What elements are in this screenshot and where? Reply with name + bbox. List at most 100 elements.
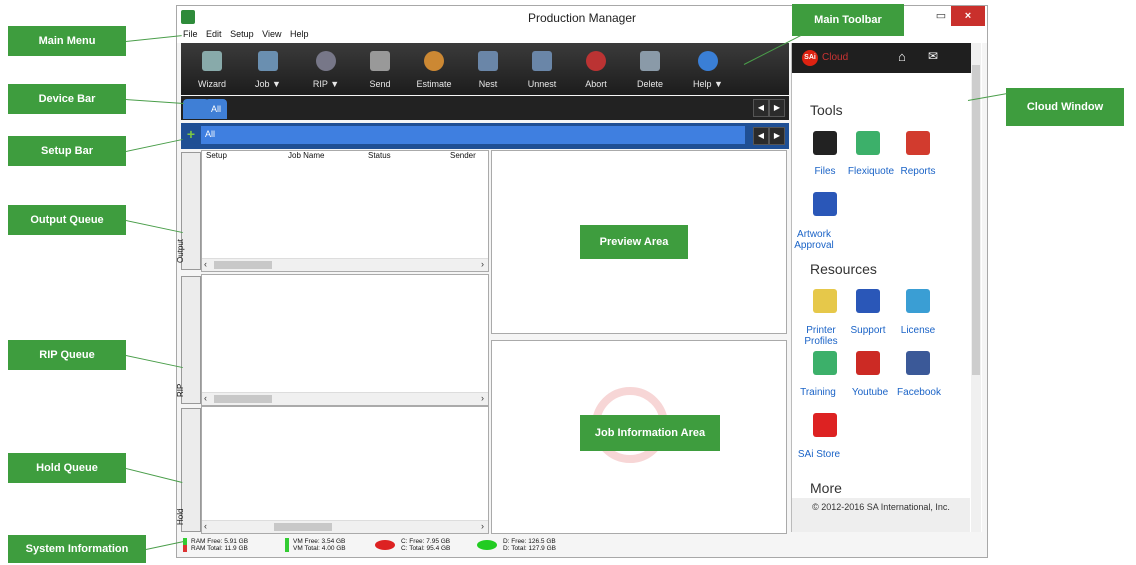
column-job-name[interactable]: Job Name — [288, 151, 324, 160]
files-icon[interactable] — [813, 131, 837, 155]
column-status[interactable]: Status — [368, 151, 391, 160]
license-icon[interactable] — [906, 289, 930, 313]
sai-logo-icon: SAi — [802, 50, 818, 66]
youtube-icon[interactable] — [856, 351, 880, 375]
cloud-header: SAi Cloud ⌂ ✉ — [792, 43, 972, 73]
estimate-label: Estimate — [416, 79, 452, 89]
output-queue-tab[interactable]: Output — [176, 152, 201, 270]
minimize-button[interactable]: ▭ — [931, 6, 951, 26]
send-button[interactable]: Send — [353, 43, 407, 95]
help-label: Help ▼ — [693, 79, 723, 89]
callout-preview-area: Preview Area — [580, 225, 688, 259]
cloud-vscroll[interactable] — [971, 43, 981, 532]
wizard-icon — [202, 51, 222, 71]
output-hscroll-thumb[interactable] — [214, 261, 272, 269]
callout-main-toolbar: Main Toolbar — [792, 4, 904, 36]
device-next-button[interactable]: ▶ — [769, 99, 785, 117]
rip-icon — [316, 51, 336, 71]
device-prev-button[interactable]: ◀ — [753, 99, 769, 117]
menu-file[interactable]: File — [183, 29, 198, 39]
connector-rip-queue — [125, 355, 183, 369]
files-link[interactable]: Files — [800, 166, 850, 177]
cloud-vscroll-thumb[interactable] — [972, 65, 980, 375]
callout-system-information: System Information — [8, 535, 146, 563]
flexiquote-link[interactable]: Flexiquote — [844, 166, 898, 177]
close-button[interactable]: × — [951, 6, 985, 26]
vm-total: VM Total: 4.00 GB — [293, 545, 346, 552]
device-tab-all[interactable]: All — [205, 99, 228, 119]
rip-hscroll[interactable]: ‹ › — [202, 392, 488, 405]
home-icon[interactable]: ⌂ — [898, 49, 906, 64]
d-drive-icon — [477, 540, 497, 550]
column-setup[interactable]: Setup — [206, 151, 227, 160]
delete-button[interactable]: Delete — [623, 43, 677, 95]
sai-store-icon[interactable] — [813, 413, 837, 437]
support-link[interactable]: Support — [844, 325, 892, 336]
menu-help[interactable]: Help — [290, 29, 309, 39]
copyright: © 2012-2016 SA International, Inc. — [792, 498, 970, 532]
device-bar: All ◀ ▶ — [181, 96, 789, 120]
wizard-button[interactable]: Wizard — [185, 43, 239, 95]
artwork-approval-icon[interactable] — [813, 192, 837, 216]
mail-icon[interactable]: ✉ — [928, 49, 938, 63]
main-toolbar: Wizard Job ▼ RIP ▼ Send Estimate Nest Un… — [181, 43, 789, 95]
callout-cloud-window: Cloud Window — [1006, 88, 1124, 126]
tools-title: Tools — [810, 102, 843, 118]
hold-hscroll-thumb[interactable] — [274, 523, 332, 531]
printer-profiles-icon[interactable] — [813, 289, 837, 313]
sai-store-link[interactable]: SAi Store — [794, 449, 844, 460]
delete-icon — [640, 51, 660, 71]
training-link[interactable]: Training — [794, 387, 842, 398]
help-button[interactable]: Help ▼ — [681, 43, 735, 95]
menu-view[interactable]: View — [262, 29, 281, 39]
setup-prev-button[interactable]: ◀ — [753, 127, 769, 145]
rip-queue-tab-label: RIP — [176, 383, 185, 397]
abort-button[interactable]: Abort — [569, 43, 623, 95]
hold-hscroll[interactable]: ‹ › — [202, 520, 488, 533]
menu-edit[interactable]: Edit — [206, 29, 222, 39]
ram-total: RAM Total: 11.9 GB — [191, 545, 248, 552]
setup-tab-all[interactable]: All — [205, 129, 215, 139]
callout-rip-queue: RIP Queue — [8, 340, 126, 370]
rip-queue: ‹ › — [201, 274, 489, 406]
facebook-icon[interactable] — [906, 351, 930, 375]
output-queue: Setup Job Name Status Sender ‹ › — [201, 150, 489, 272]
support-icon[interactable] — [856, 289, 880, 313]
license-link[interactable]: License — [896, 325, 940, 336]
cloud-window: SAi Cloud ⌂ ✉ Tools Files Flexiquote Rep… — [791, 43, 982, 532]
output-queue-tab-label: Output — [176, 238, 185, 263]
add-setup-icon[interactable]: + — [185, 127, 197, 141]
setup-next-button[interactable]: ▶ — [769, 127, 785, 145]
unnest-button[interactable]: Unnest — [515, 43, 569, 95]
job-button[interactable]: Job ▼ — [241, 43, 295, 95]
menu-setup[interactable]: Setup — [230, 29, 254, 39]
job-icon — [258, 51, 278, 71]
flexiquote-icon[interactable] — [856, 131, 880, 155]
unnest-icon — [532, 51, 552, 71]
nest-button[interactable]: Nest — [461, 43, 515, 95]
connector-main-menu — [125, 35, 182, 42]
callout-hold-queue: Hold Queue — [8, 453, 126, 483]
reports-icon[interactable] — [906, 131, 930, 155]
send-label: Send — [369, 79, 391, 89]
reports-link[interactable]: Reports — [896, 166, 940, 177]
callout-output-queue: Output Queue — [8, 205, 126, 235]
rip-hscroll-thumb[interactable] — [214, 395, 272, 403]
training-icon[interactable] — [813, 351, 837, 375]
rip-button[interactable]: RIP ▼ — [299, 43, 353, 95]
delete-label: Delete — [636, 79, 663, 89]
rip-queue-tab[interactable]: RIP — [176, 276, 201, 404]
estimate-button[interactable]: Estimate — [407, 43, 461, 95]
column-sender[interactable]: Sender — [450, 151, 476, 160]
vm-free: VM Free: 3.54 GB — [293, 538, 346, 545]
c-drive-icon — [375, 540, 395, 550]
nest-label: Nest — [478, 79, 498, 89]
artwork-approval-link[interactable]: Artwork Approval — [794, 229, 834, 251]
facebook-link[interactable]: Facebook — [894, 387, 944, 398]
connector-output-queue — [125, 220, 183, 234]
printer-profiles-link[interactable]: Printer Profiles — [796, 325, 846, 347]
hold-queue-tab[interactable]: Hold — [176, 408, 201, 532]
more-title: More — [810, 480, 842, 496]
output-hscroll[interactable]: ‹ › — [202, 258, 488, 271]
youtube-link[interactable]: Youtube — [846, 387, 894, 398]
